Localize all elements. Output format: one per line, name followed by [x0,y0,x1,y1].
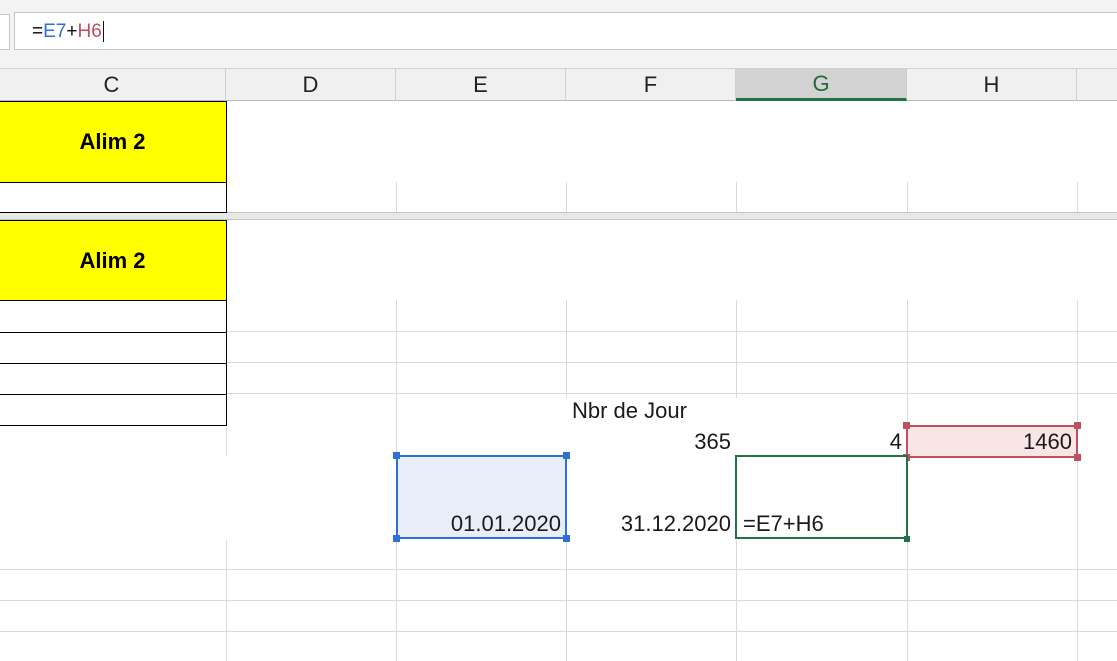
formula-text[interactable]: =E7+H6 [32,20,104,44]
cell-c-alim-top[interactable]: Alim 2 [0,101,227,183]
grid-line [396,300,397,455]
range-handle[interactable] [1074,454,1081,461]
grid-line [0,600,1117,601]
grid-line [736,182,737,212]
formula-operator: + [66,21,78,42]
grid-line [1077,182,1078,212]
cell-c-bordered[interactable] [0,363,227,395]
cell-h-total[interactable]: 1460 [907,427,1072,457]
grid-line [226,426,227,456]
grid-line [0,569,1117,570]
grid-line [0,631,1117,632]
grid-line [566,182,567,212]
formula-ref-e7: E7 [43,21,67,42]
cell-g-multiplier[interactable]: 4 [736,427,902,457]
formula-input[interactable] [14,12,1117,50]
column-header-e[interactable]: E [396,68,566,101]
split-pane-divider[interactable] [0,212,1117,220]
cell-c-alim-bottom[interactable]: Alim 2 [0,220,227,301]
cell-f-days[interactable]: 365 [566,427,731,457]
grid-line [907,182,908,212]
cell-c-bordered[interactable] [0,300,227,333]
cell-g-formula[interactable]: =E7+H6 [743,509,824,539]
column-header-f[interactable]: F [566,68,736,101]
name-box[interactable] [0,14,10,50]
text-cursor [102,21,104,43]
fill-handle[interactable] [904,536,910,542]
range-handle[interactable] [1074,422,1081,429]
formula-prefix: = [32,21,44,42]
range-handle[interactable] [393,452,400,459]
cell-e-start-date[interactable]: 01.01.2020 [396,509,561,539]
grid-line [226,393,1117,394]
cell-c-alim-top-text: Alim 2 [79,129,146,154]
cell-c-bordered[interactable] [0,332,227,364]
column-header-d[interactable]: D [226,68,396,101]
grid-line [396,182,397,212]
cell-f-label[interactable]: Nbr de Jour [572,396,687,426]
column-header-g[interactable]: G [736,68,907,101]
grid-line [226,362,1117,363]
formula-ref-h6: H6 [77,21,102,42]
cell-c-bordered[interactable] [0,394,227,426]
grid-line [566,300,567,398]
cell-f-end-date[interactable]: 31.12.2020 [566,509,731,539]
cell-c-alim-bottom-text: Alim 2 [79,247,146,273]
grid-line [226,331,1117,332]
column-header-h[interactable]: H [907,68,1077,101]
column-header-c[interactable]: C [0,68,226,101]
cell-c-bordered[interactable] [0,182,227,213]
grid-line [736,300,737,398]
